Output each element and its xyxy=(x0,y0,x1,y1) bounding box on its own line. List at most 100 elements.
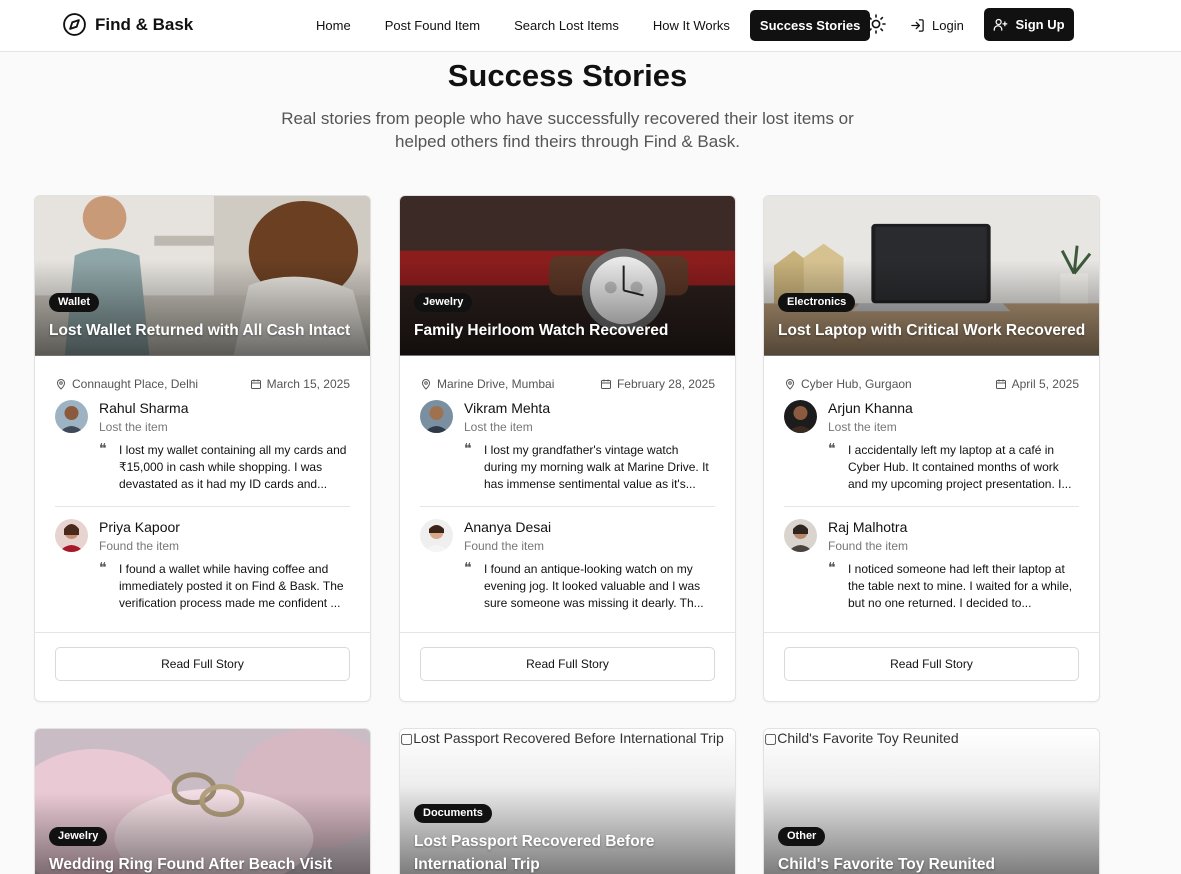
finder-block: Raj Malhotra Found the item ❝ I noticed … xyxy=(784,519,1079,612)
person-name: Arjun Khanna xyxy=(828,400,913,416)
nav-post-found-item[interactable]: Post Found Item xyxy=(371,10,494,41)
story-image: Jewelry Wedding Ring Found After Beach V… xyxy=(35,729,370,874)
login-icon xyxy=(911,19,924,32)
read-full-story-button[interactable]: Read Full Story xyxy=(420,647,715,681)
person-role: Lost the item xyxy=(464,420,533,434)
category-badge: Jewelry xyxy=(49,827,108,846)
story-quote: ❝ I accidentally left my laptop at a caf… xyxy=(828,442,1079,493)
user-plus-icon xyxy=(994,18,1008,31)
story-title: Child's Favorite Toy Reunited xyxy=(778,856,995,873)
loser-block: Rahul Sharma Lost the item ❝ I lost my w… xyxy=(55,400,350,493)
person-role: Found the item xyxy=(828,539,909,553)
story-title: Lost Passport Recovered Before Internati… xyxy=(414,833,655,873)
location-text: Connaught Place, Delhi xyxy=(72,377,199,391)
read-full-story-button[interactable]: Read Full Story xyxy=(784,647,1079,681)
story-image: ▢Lost Passport Recovered Before Internat… xyxy=(400,729,735,874)
avatar xyxy=(55,519,88,552)
story-title: Wedding Ring Found After Beach Visit xyxy=(49,856,333,873)
map-pin-icon xyxy=(421,379,431,390)
story-title: Family Heirloom Watch Recovered xyxy=(414,322,669,339)
avatar xyxy=(55,400,88,433)
category-badge: Documents xyxy=(414,804,492,823)
story-date: February 28, 2025 xyxy=(600,377,715,391)
person-name: Rahul Sharma xyxy=(99,400,189,416)
compass-icon xyxy=(63,13,86,36)
story-date: March 15, 2025 xyxy=(250,377,350,391)
story-location: Marine Drive, Mumbai xyxy=(420,377,554,391)
person-role: Lost the item xyxy=(99,420,168,434)
sun-icon[interactable] xyxy=(864,12,888,36)
signup-label: Sign Up xyxy=(1015,17,1065,32)
person-name: Vikram Mehta xyxy=(464,400,551,416)
read-full-story-button[interactable]: Read Full Story xyxy=(55,647,350,681)
quote-icon: ❝ xyxy=(464,442,472,457)
story-card: ▢Child's Favorite Toy Reunited Other Chi… xyxy=(763,728,1100,874)
brand-logo-link[interactable]: Find & Bask xyxy=(62,12,193,37)
quote-text: I noticed someone had left their laptop … xyxy=(848,562,1073,610)
location-text: Marine Drive, Mumbai xyxy=(437,377,555,391)
story-image: ▢Child's Favorite Toy Reunited Other Chi… xyxy=(764,729,1099,874)
map-pin-icon xyxy=(56,379,66,390)
divider xyxy=(420,506,715,507)
story-location: Cyber Hub, Gurgaon xyxy=(784,377,912,391)
story-location: Connaught Place, Delhi xyxy=(55,377,198,391)
page-subtitle: Real stories from people who have succes… xyxy=(281,109,854,151)
category-badge: Electronics xyxy=(778,293,856,312)
story-card: Electronics Lost Laptop with Critical Wo… xyxy=(763,195,1100,702)
story-image: Electronics Lost Laptop with Critical Wo… xyxy=(764,196,1099,356)
loser-block: Vikram Mehta Lost the item ❝ I lost my g… xyxy=(420,400,715,493)
calendar-icon xyxy=(600,379,611,389)
category-badge: Other xyxy=(778,827,826,846)
quote-text: I lost my wallet containing all my cards… xyxy=(119,443,347,491)
quote-text: I found a wallet while having coffee and… xyxy=(119,562,344,610)
avatar xyxy=(784,519,817,552)
story-date: April 5, 2025 xyxy=(995,377,1079,391)
calendar-icon xyxy=(250,379,261,389)
person-role: Lost the item xyxy=(828,420,897,434)
finder-block: Priya Kapoor Found the item ❝ I found a … xyxy=(55,519,350,612)
quote-text: I found an antique-looking watch on my e… xyxy=(484,562,704,610)
story-quote: ❝ I noticed someone had left their lapto… xyxy=(828,561,1079,612)
category-badge: Wallet xyxy=(49,293,99,312)
story-card: ▢Lost Passport Recovered Before Internat… xyxy=(399,728,736,874)
nav-how-it-works[interactable]: How It Works xyxy=(639,10,744,41)
nav-search-lost-items[interactable]: Search Lost Items xyxy=(500,10,633,41)
brand-name: Find & Bask xyxy=(95,14,194,34)
quote-icon: ❝ xyxy=(99,561,107,576)
login-label: Login xyxy=(932,18,964,33)
login-button[interactable]: Login xyxy=(910,10,964,41)
story-image: Wallet Lost Wallet Returned with All Cas… xyxy=(35,196,370,356)
category-badge: Jewelry xyxy=(414,293,473,312)
story-title: Lost Laptop with Critical Work Recovered xyxy=(778,322,1086,339)
story-quote: ❝ I found a wallet while having coffee a… xyxy=(99,561,350,612)
avatar xyxy=(420,400,453,433)
location-text: Cyber Hub, Gurgaon xyxy=(801,377,912,391)
date-text: February 28, 2025 xyxy=(616,377,715,391)
broken-image-alt: ▢Lost Passport Recovered Before Internat… xyxy=(400,730,724,746)
avatar xyxy=(420,519,453,552)
quote-icon: ❝ xyxy=(99,442,107,457)
story-quote: ❝ I lost my wallet containing all my car… xyxy=(99,442,350,493)
loser-block: Arjun Khanna Lost the item ❝ I accidenta… xyxy=(784,400,1079,493)
page-title: Success Stories xyxy=(447,58,688,93)
quote-text: I accidentally left my laptop at a café … xyxy=(848,443,1072,491)
nav-success-stories[interactable]: Success Stories xyxy=(749,10,871,41)
avatar xyxy=(784,400,817,433)
main-nav: Home Post Found Item Search Lost Items H… xyxy=(302,10,876,41)
person-name: Ananya Desai xyxy=(464,519,552,535)
map-pin-icon xyxy=(785,379,795,390)
story-quote: ❝ I found an antique-looking watch on my… xyxy=(464,561,715,612)
broken-image-alt: ▢Child's Favorite Toy Reunited xyxy=(764,730,959,746)
person-name: Raj Malhotra xyxy=(828,519,908,535)
divider xyxy=(55,506,350,507)
quote-icon: ❝ xyxy=(464,561,472,576)
signup-button[interactable]: Sign Up xyxy=(984,8,1074,41)
nav-home[interactable]: Home xyxy=(302,10,365,41)
date-text: April 5, 2025 xyxy=(1011,377,1079,391)
story-card: Wallet Lost Wallet Returned with All Cas… xyxy=(34,195,371,702)
divider xyxy=(784,506,1079,507)
person-role: Found the item xyxy=(464,539,545,553)
story-card: Jewelry Wedding Ring Found After Beach V… xyxy=(34,728,371,874)
quote-icon: ❝ xyxy=(828,442,836,457)
date-text: March 15, 2025 xyxy=(266,377,350,391)
